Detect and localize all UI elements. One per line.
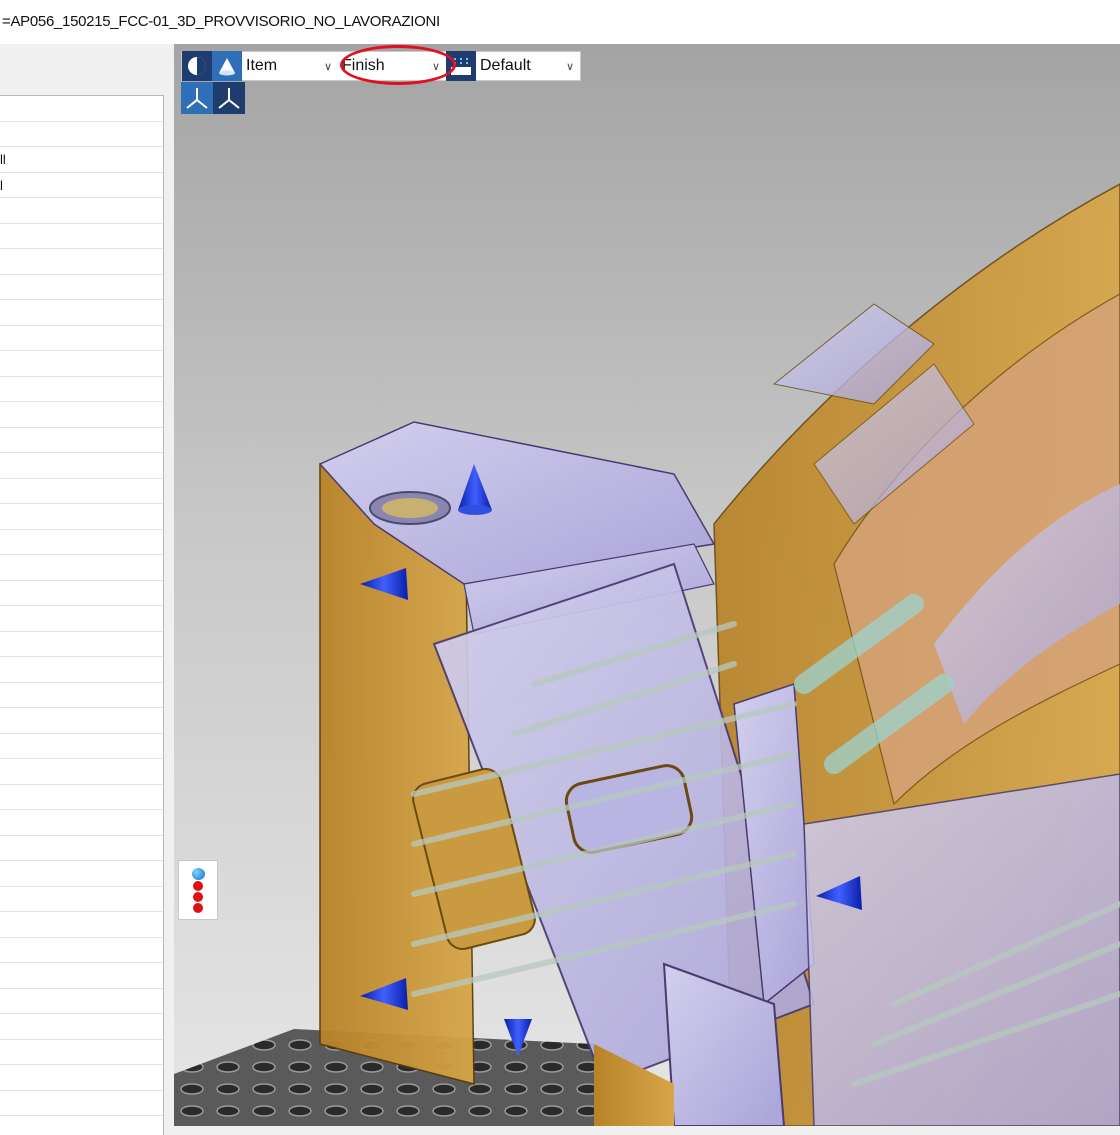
list-item[interactable]: [0, 938, 163, 963]
render-style-icon[interactable]: [446, 51, 476, 81]
list-item[interactable]: [0, 300, 163, 326]
finish-dropdown-value: Finish: [342, 57, 385, 74]
item-dropdown-value: Item: [246, 57, 278, 74]
cone-icon[interactable]: [212, 51, 242, 81]
finish-dropdown[interactable]: Finish ∨: [338, 52, 446, 80]
list-item[interactable]: [0, 1014, 163, 1040]
list-item[interactable]: [0, 1040, 163, 1065]
list-item[interactable]: [0, 402, 163, 428]
axis-toolbar: [181, 82, 245, 114]
red-point-dot: [193, 891, 203, 902]
list-item[interactable]: [0, 606, 163, 632]
list-item[interactable]: [0, 759, 163, 785]
blue-point-dot: [191, 867, 205, 880]
list-item[interactable]: [0, 861, 163, 887]
list-item[interactable]: [0, 810, 163, 836]
item-list[interactable]: ll l: [0, 95, 164, 1135]
list-item[interactable]: [0, 351, 163, 377]
list-item[interactable]: [0, 96, 163, 122]
list-item[interactable]: [0, 249, 163, 275]
red-point-dot: [193, 880, 203, 891]
axis-tripod-icon[interactable]: [213, 82, 245, 114]
default-dropdown[interactable]: Default ∨: [476, 52, 580, 80]
list-item[interactable]: [0, 275, 163, 300]
list-item[interactable]: [0, 581, 163, 606]
list-item[interactable]: ll: [0, 147, 163, 173]
list-item[interactable]: [0, 326, 163, 351]
red-point-dot: [193, 902, 203, 913]
list-item[interactable]: [0, 708, 163, 734]
axis-tripod-icon[interactable]: [181, 82, 213, 114]
chevron-down-icon: ∨: [565, 60, 574, 73]
view-toolbar: Item ∨ Finish ∨ Default ∨: [181, 51, 581, 81]
list-item[interactable]: [0, 479, 163, 504]
list-item[interactable]: [0, 989, 163, 1014]
chevron-down-icon: ∨: [431, 60, 440, 73]
title-bar: =AP056_150215_FCC-01_3D_PROVVISORIO_NO_L…: [0, 0, 1120, 44]
list-item[interactable]: [0, 683, 163, 708]
3d-viewport[interactable]: [174, 44, 1120, 1126]
list-item[interactable]: [0, 1091, 163, 1116]
list-item[interactable]: [0, 734, 163, 759]
list-item[interactable]: [0, 887, 163, 912]
list-item[interactable]: [0, 224, 163, 249]
list-item[interactable]: [0, 657, 163, 683]
chevron-down-icon: ∨: [323, 60, 332, 73]
list-item[interactable]: [0, 785, 163, 810]
list-item[interactable]: [0, 836, 163, 861]
item-dropdown[interactable]: Item ∨: [242, 52, 338, 80]
list-item[interactable]: [0, 453, 163, 479]
list-item[interactable]: [0, 530, 163, 555]
list-item[interactable]: [0, 963, 163, 989]
left-panel: ll l: [0, 44, 174, 1135]
default-dropdown-value: Default: [480, 57, 531, 74]
3d-model-render[interactable]: [174, 44, 1120, 1126]
list-item[interactable]: [0, 504, 163, 530]
list-item[interactable]: [0, 555, 163, 581]
list-item[interactable]: [0, 632, 163, 657]
window-title: =AP056_150215_FCC-01_3D_PROVVISORIO_NO_L…: [2, 13, 440, 30]
list-item[interactable]: l: [0, 173, 163, 198]
list-item[interactable]: [0, 428, 163, 453]
list-item[interactable]: [0, 377, 163, 402]
list-item[interactable]: [0, 1065, 163, 1091]
list-item[interactable]: [0, 198, 163, 224]
circle-half-icon[interactable]: [182, 51, 212, 81]
list-item[interactable]: [0, 122, 163, 147]
point-stack-icon[interactable]: [178, 860, 218, 920]
list-item[interactable]: [0, 912, 163, 938]
